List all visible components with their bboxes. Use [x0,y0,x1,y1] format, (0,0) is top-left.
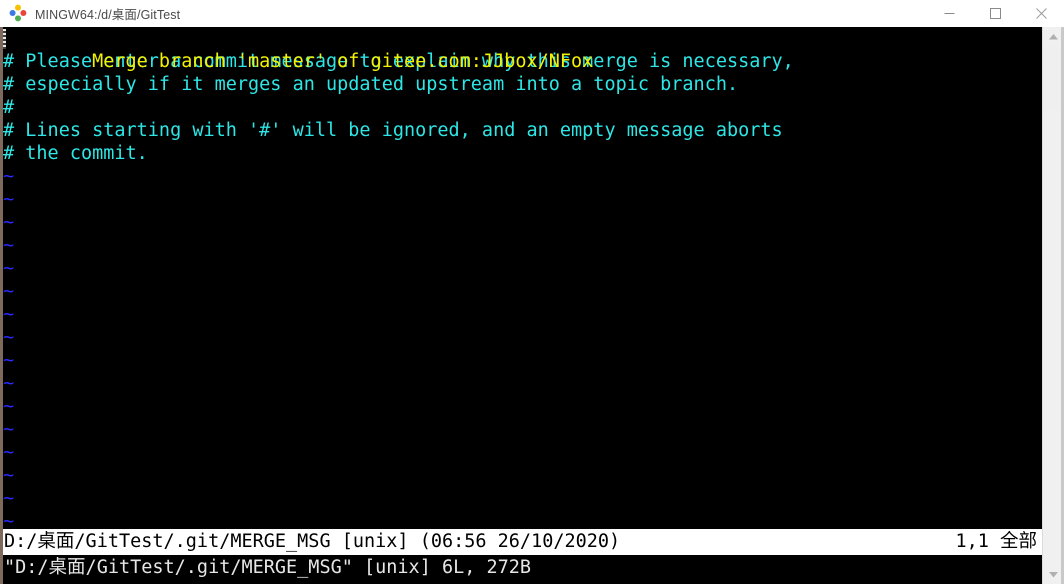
filler-line: ~ [3,350,15,371]
filler-line: ~ [3,488,15,509]
vim-status-line: D:/桌面/GitTest/.git/MERGE_MSG [unix] (06:… [3,529,1042,555]
terminal-surface[interactable]: Merge branch 'master' of gitee.com:JJbox… [0,27,1042,584]
filler-line: ~ [3,258,15,279]
editor-line[interactable]: # Lines starting with '#' will be ignore… [3,119,1042,142]
editor-line[interactable]: # the commit. [3,142,1042,165]
terminal-scrollbar[interactable] [1042,27,1064,584]
filler-line: ~ [3,235,15,256]
filler-line: ~ [3,189,15,210]
vim-text-area[interactable]: Merge branch 'master' of gitee.com:JJbox… [3,27,1042,530]
vim-command-line[interactable]: "D:/桌面/GitTest/.git/MERGE_MSG" [unix] 6L… [3,555,1042,584]
filler-line: ~ [3,281,15,302]
mingw64-terminal-window: MINGW64:/d/桌面/GitTest Merge branch 'mast… [0,0,1064,584]
window-title: MINGW64:/d/桌面/GitTest [35,7,181,22]
filler-line: ~ [3,396,15,417]
filler-line: ~ [3,327,15,348]
filler-line: ~ [3,511,15,530]
filler-line: ~ [3,442,15,463]
filler-line: ~ [3,465,15,486]
editor-line[interactable]: # [3,96,1042,119]
window-titlebar[interactable]: MINGW64:/d/桌面/GitTest [0,0,1064,27]
filler-line: ~ [3,419,15,440]
filler-line: ~ [3,212,15,233]
editor-line[interactable]: Merge branch 'master' of gitee.com:JJbox… [3,27,1042,72]
editor-line[interactable]: # especially if it merges an updated ups… [3,73,1042,96]
close-icon[interactable] [1018,0,1064,27]
git-bash-icon [9,4,27,22]
status-file-info: D:/桌面/GitTest/.git/MERGE_MSG [unix] (06:… [4,531,621,552]
window-controls [926,0,1064,27]
filler-line: ~ [3,166,15,187]
maximize-icon[interactable] [972,0,1018,27]
filler-line: ~ [3,373,15,394]
status-cursor-position: 1,1 全部 [955,531,1037,552]
minimize-icon[interactable] [926,0,972,27]
filler-line: ~ [3,304,15,325]
editor-line-text: Merge branch 'master' of gitee.com:JJbox… [92,51,594,72]
text-cursor [3,29,6,49]
